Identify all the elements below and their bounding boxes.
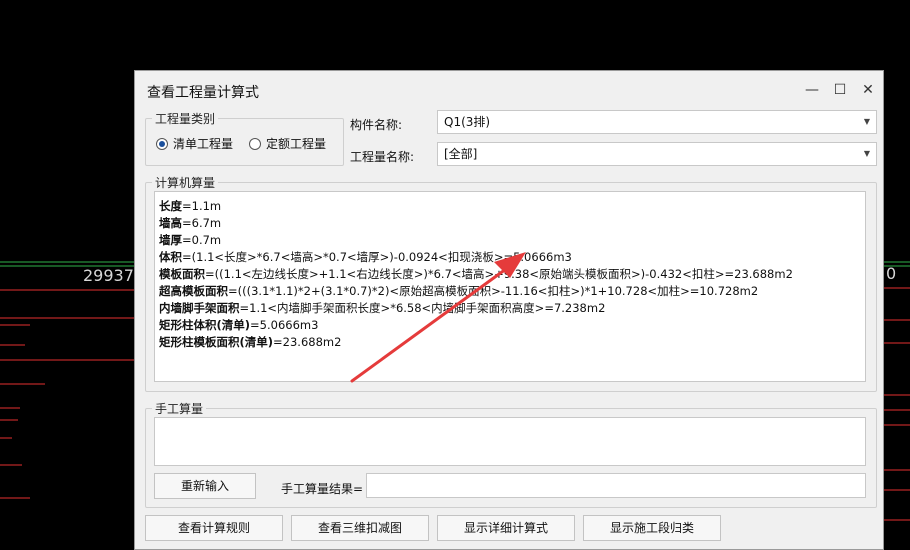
- calc-line-formula: =((1.1<左边线长度>+1.1<右边线长度>)*6.7<墙高>+9.38<原…: [205, 267, 793, 281]
- calc-line: 体积=(1.1<长度>*6.7<墙高>*0.7<墙厚>)-0.0924<扣现浇板…: [159, 249, 861, 266]
- quantity-formula-dialog: 查看工程量计算式 — ☐ ✕ 工程量类别 清单工程量 定额工程量 构件名称: Q…: [134, 70, 884, 550]
- maximize-button[interactable]: ☐: [829, 79, 851, 101]
- quantity-name-select[interactable]: [全部] ▼: [437, 142, 877, 166]
- calc-line: 墙高=6.7m: [159, 215, 861, 232]
- calc-line-formula: =6.7m: [182, 216, 222, 230]
- calc-line-formula: =1.1<内墙脚手架面积长度>*6.58<内墙脚手架面积高度>=7.238m2: [239, 301, 606, 315]
- calc-line-name: 模板面积: [159, 267, 205, 281]
- minimize-button[interactable]: —: [801, 79, 823, 101]
- calc-line-formula: =0.7m: [182, 233, 222, 247]
- radio-quota-quantity[interactable]: 定额工程量: [249, 135, 326, 152]
- view-calc-rules-button[interactable]: 查看计算规则: [145, 515, 283, 541]
- manual-result-label: 手工算量结果=: [281, 482, 364, 496]
- calc-line-name: 内墙脚手架面积: [159, 301, 240, 315]
- calc-line-formula: =(((3.1*1.1)*2+(3.1*0.7)*2)<原始超高模板面积>-11…: [228, 284, 759, 298]
- chevron-down-icon: ▼: [863, 149, 870, 158]
- manual-result-field[interactable]: [366, 473, 866, 498]
- calc-formula-lines: 长度=1.1m 墙高=6.7m 墙厚=0.7m 体积=(1.1<长度>*6.7<墙高>…: [155, 192, 865, 357]
- calc-line-formula: =(1.1<长度>*6.7<墙高>*0.7<墙厚>)-0.0924<扣现浇板>=…: [182, 250, 572, 264]
- show-detailed-formula-button[interactable]: 显示详细计算式: [437, 515, 575, 541]
- radio-bill-quantity-label: 清单工程量: [173, 137, 234, 151]
- calc-line-name: 墙高: [159, 216, 182, 230]
- radio-bill-quantity[interactable]: 清单工程量: [156, 135, 233, 152]
- calc-line: 矩形柱体积(清单)=5.0666m3: [159, 317, 861, 334]
- calc-line: 超高模板面积=(((3.1*1.1)*2+(3.1*0.7)*2)<原始超高模板…: [159, 283, 861, 300]
- calc-line-formula: =23.688m2: [273, 335, 342, 349]
- manual-calc-legend: 手工算量: [155, 402, 204, 416]
- quantity-type-legend: 工程量类别: [155, 112, 216, 126]
- calc-line: 模板面积=((1.1<左边线长度>+1.1<右边线长度>)*6.7<墙高>+9.…: [159, 266, 861, 283]
- radio-unselected-icon: [249, 137, 261, 150]
- calc-line-name: 矩形柱模板面积(清单): [159, 335, 274, 349]
- calc-line-name: 矩形柱体积(清单): [159, 318, 251, 332]
- cad-dimension-left: 29937: [83, 266, 134, 285]
- component-name-select[interactable]: Q1(3排) ▼: [437, 110, 877, 134]
- quantity-name-value: [全部]: [444, 147, 478, 161]
- calc-line: 矩形柱模板面积(清单)=23.688m2: [159, 334, 861, 351]
- close-button[interactable]: ✕: [857, 79, 879, 101]
- cad-dimension-right: 0: [886, 264, 897, 283]
- chevron-down-icon: ▼: [863, 117, 870, 126]
- dialog-title: 查看工程量计算式: [147, 85, 259, 101]
- calc-line-formula: =1.1m: [182, 199, 222, 213]
- calc-line: 长度=1.1m: [159, 198, 861, 215]
- calc-line: 墙厚=0.7m: [159, 232, 861, 249]
- view-3d-deduction-button[interactable]: 查看三维扣减图: [291, 515, 429, 541]
- calc-line-name: 体积: [159, 250, 182, 264]
- component-name-label: 构件名称:: [350, 118, 403, 132]
- dialog-titlebar[interactable]: 查看工程量计算式 — ☐ ✕: [135, 71, 883, 109]
- radio-quota-quantity-label: 定额工程量: [266, 137, 327, 151]
- calc-line: 内墙脚手架面积=1.1<内墙脚手架面积长度>*6.58<内墙脚手架面积高度>=7…: [159, 300, 861, 317]
- reenter-button[interactable]: 重新输入: [154, 473, 256, 499]
- calc-line-name: 超高模板面积: [159, 284, 228, 298]
- computer-calc-legend: 计算机算量: [155, 176, 216, 190]
- component-name-value: Q1(3排): [444, 115, 491, 129]
- show-section-grouping-button[interactable]: 显示施工段归类: [583, 515, 721, 541]
- calc-line-formula: =5.0666m3: [250, 318, 319, 332]
- manual-calc-input[interactable]: [154, 417, 866, 466]
- calc-line-name: 长度: [159, 199, 182, 213]
- radio-selected-icon: [156, 137, 168, 150]
- calc-line-name: 墙厚: [159, 233, 182, 247]
- quantity-name-label: 工程量名称:: [350, 150, 415, 164]
- calc-formula-textarea[interactable]: 长度=1.1m 墙高=6.7m 墙厚=0.7m 体积=(1.1<长度>*6.7<墙高>…: [154, 191, 866, 382]
